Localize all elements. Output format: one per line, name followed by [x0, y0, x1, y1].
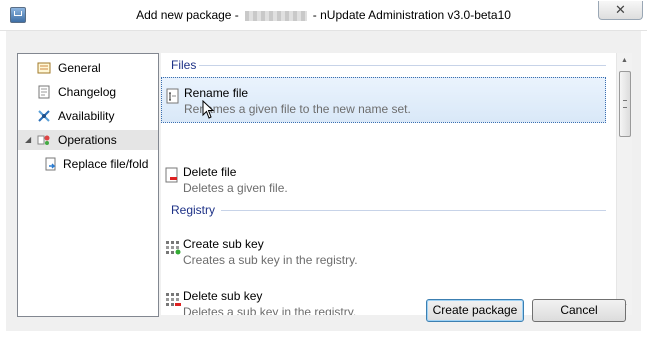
availability-icon: [38, 110, 50, 122]
replace-file-icon: [45, 157, 56, 171]
tree-item-changelog[interactable]: Changelog: [18, 82, 158, 102]
mouse-cursor-icon: [202, 100, 215, 119]
operations-list[interactable]: Files Rename file Renames a given file t…: [161, 53, 616, 315]
close-icon: ✕: [615, 2, 626, 17]
title-prefix: Add new package -: [136, 8, 239, 22]
close-button[interactable]: ✕: [598, 1, 643, 20]
expand-arrow-icon[interactable]: ◢: [25, 130, 31, 150]
operation-title: Delete sub key: [183, 289, 263, 303]
rename-file-icon: [166, 88, 179, 104]
vertical-scrollbar[interactable]: ▲ ▼: [616, 53, 632, 315]
create-package-button[interactable]: Create package: [426, 299, 524, 322]
tree-item-replace-file[interactable]: Replace file/fold: [18, 154, 158, 174]
scroll-up-icon[interactable]: ▲: [617, 53, 632, 69]
operation-title: Delete file: [183, 165, 237, 179]
tree-item-operations[interactable]: ◢ Operations: [18, 130, 158, 150]
tree-item-label: Changelog: [58, 85, 117, 99]
tree-item-label: General: [58, 61, 101, 75]
tree-item-general[interactable]: General: [18, 58, 158, 78]
group-header-registry: Registry: [171, 203, 216, 217]
scroll-thumb[interactable]: [619, 71, 631, 137]
operation-description: Deletes a sub key in the registry.: [183, 305, 357, 315]
create-sub-key-icon: [166, 241, 181, 255]
operation-rename-file[interactable]: Rename file Renames a given file to the …: [161, 77, 606, 123]
delete-sub-key-icon: [166, 293, 181, 306]
delete-file-icon: [165, 167, 178, 183]
title-suffix: - nUpdate Administration v3.0-beta10: [312, 8, 511, 22]
operation-create-sub-key[interactable]: Create sub key Creates a sub key in the …: [161, 229, 606, 275]
group-header-files: Files: [171, 58, 197, 72]
changelog-icon: [38, 85, 50, 99]
operation-title: Rename file: [184, 86, 249, 100]
general-icon: [37, 62, 51, 74]
tree-item-label: Replace file/fold: [63, 157, 149, 171]
tree-item-label: Availability: [58, 109, 115, 123]
cancel-button[interactable]: Cancel: [532, 299, 626, 322]
title-bar: Add new package - - nUpdate Administratio…: [0, 0, 647, 31]
operation-description: Creates a sub key in the registry.: [183, 253, 358, 267]
operation-description: Deletes a given file.: [183, 181, 288, 195]
tree-item-label: Operations: [58, 133, 117, 147]
tree-item-availability[interactable]: Availability: [18, 106, 158, 126]
operation-description: Renames a given file to the new name set…: [184, 102, 411, 116]
operations-icon: [37, 135, 50, 145]
navigation-tree[interactable]: General Changelog Availability ◢ Operati…: [17, 53, 159, 317]
group-divider: [199, 65, 606, 66]
group-divider: [221, 210, 606, 211]
operation-delete-file[interactable]: Delete file Deletes a given file.: [161, 157, 606, 203]
dialog-body: General Changelog Availability ◢ Operati…: [6, 31, 641, 331]
window-title: Add new package - - nUpdate Administratio…: [0, 8, 647, 22]
operation-title: Create sub key: [183, 237, 264, 251]
redacted-project-name: [244, 10, 307, 21]
